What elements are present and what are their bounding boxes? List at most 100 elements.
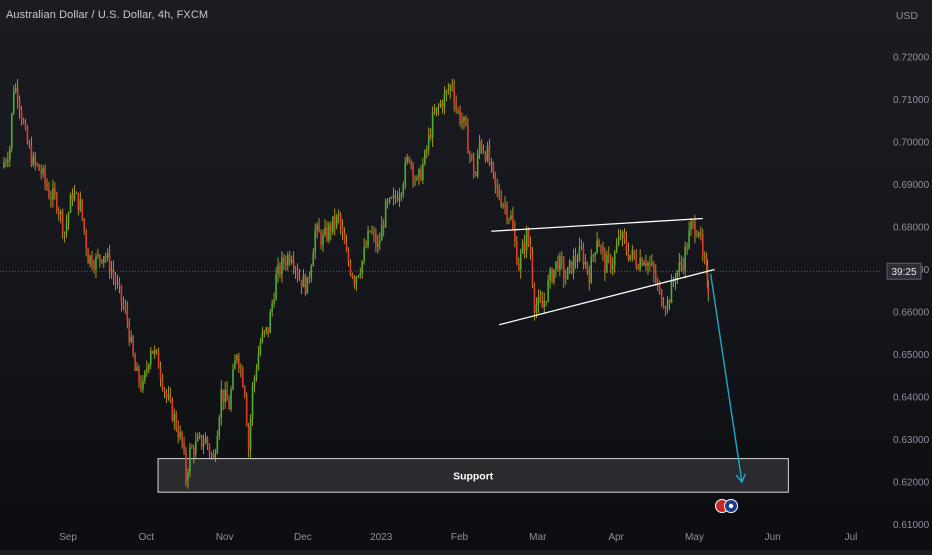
candle-body xyxy=(375,234,377,247)
candle-body xyxy=(525,229,528,251)
candle-body xyxy=(275,274,277,300)
candle-body xyxy=(281,257,283,275)
candle-body xyxy=(347,251,350,263)
x-tick-label: Jul xyxy=(845,532,858,543)
candle-body xyxy=(36,163,39,165)
candle-body xyxy=(496,185,499,189)
candle-body xyxy=(467,125,469,154)
candle-body xyxy=(559,256,561,270)
candle-body xyxy=(330,224,332,232)
candle-body xyxy=(355,276,358,285)
candle-body xyxy=(101,259,103,263)
candle-body xyxy=(465,116,467,126)
candle-body xyxy=(67,212,70,223)
candle-body xyxy=(87,249,89,264)
candle-body xyxy=(551,269,553,282)
candle-body xyxy=(519,253,522,270)
candle-body xyxy=(267,327,270,334)
candle-body xyxy=(255,369,258,378)
candle-body xyxy=(476,153,479,177)
candle-body xyxy=(516,241,518,264)
candle-body xyxy=(500,197,502,206)
candle-body xyxy=(361,260,363,274)
candle-body xyxy=(414,179,416,180)
price-chart[interactable]: Support 0.72000 0.71000 0.70000 0.69000 0.680… xyxy=(0,0,932,550)
candle-body xyxy=(660,289,663,306)
candle-body xyxy=(118,283,121,286)
candle-body xyxy=(484,153,487,161)
candle-body xyxy=(253,377,256,386)
candle-body xyxy=(102,256,105,263)
candle-body xyxy=(56,194,58,211)
candle-body xyxy=(690,221,692,231)
candle-body xyxy=(678,262,681,271)
candle-body xyxy=(306,276,309,294)
candle-body xyxy=(163,389,166,392)
candle-body xyxy=(175,413,178,429)
candle-body xyxy=(16,87,19,100)
candle-body xyxy=(510,215,512,220)
candle-body xyxy=(326,227,328,240)
candle-body xyxy=(204,437,207,444)
candle-body xyxy=(529,244,532,254)
candle-body xyxy=(613,252,616,266)
candle-body xyxy=(588,271,591,284)
candle-body xyxy=(647,262,649,266)
candle-body xyxy=(698,232,700,236)
candle-body xyxy=(631,250,634,255)
candle-body xyxy=(279,264,281,275)
candle-body xyxy=(341,226,344,233)
candle-body xyxy=(261,333,264,342)
candle-body xyxy=(537,297,540,305)
candle-body xyxy=(104,256,107,258)
candle-body xyxy=(32,155,35,165)
candle-body xyxy=(633,250,636,258)
candle-body xyxy=(410,161,412,165)
candle-body xyxy=(24,122,27,129)
candle-body xyxy=(594,252,596,256)
candle-body xyxy=(416,177,418,180)
x-tick-label: 2023 xyxy=(370,532,393,543)
candle-body xyxy=(427,134,430,150)
candle-body xyxy=(138,366,140,383)
candle-body xyxy=(73,193,76,200)
candle-body xyxy=(463,116,465,122)
candle-body xyxy=(494,172,497,186)
candle-body xyxy=(388,197,391,203)
candle-body xyxy=(541,300,544,308)
x-tick-label: Oct xyxy=(139,532,155,543)
candle-body xyxy=(44,168,46,183)
candle-body xyxy=(241,368,244,387)
candle-body xyxy=(226,389,228,401)
candle-body xyxy=(290,260,293,263)
candle-body xyxy=(271,303,273,312)
candle-body xyxy=(337,214,340,216)
candle-body xyxy=(535,304,538,313)
chart-area[interactable]: Support 0.72000 0.71000 0.70000 0.69000 0.680… xyxy=(0,0,932,550)
candle-body xyxy=(459,109,461,123)
candle-body xyxy=(153,349,156,354)
currency-label: USD xyxy=(895,10,918,22)
candle-body xyxy=(439,102,442,107)
candle-body xyxy=(488,145,491,164)
candle-body xyxy=(435,107,438,114)
y-tick-label: 0.61000 xyxy=(893,520,930,531)
candle-body xyxy=(545,301,547,302)
candle-body xyxy=(512,215,514,229)
candle-body xyxy=(48,188,50,199)
candle-body xyxy=(359,273,362,276)
candle-body xyxy=(310,266,313,278)
candle-body xyxy=(392,194,395,198)
candle-body xyxy=(120,285,123,303)
candle-body xyxy=(83,218,86,232)
candle-body xyxy=(492,162,495,173)
candle-body xyxy=(312,252,315,267)
candle-body xyxy=(151,350,154,354)
candle-body xyxy=(422,163,424,181)
candle-body xyxy=(249,419,252,450)
candle-body xyxy=(472,158,475,174)
candle-body xyxy=(265,327,268,332)
candle-body xyxy=(349,262,352,275)
candle-body xyxy=(30,145,33,165)
candle-body xyxy=(517,263,520,270)
